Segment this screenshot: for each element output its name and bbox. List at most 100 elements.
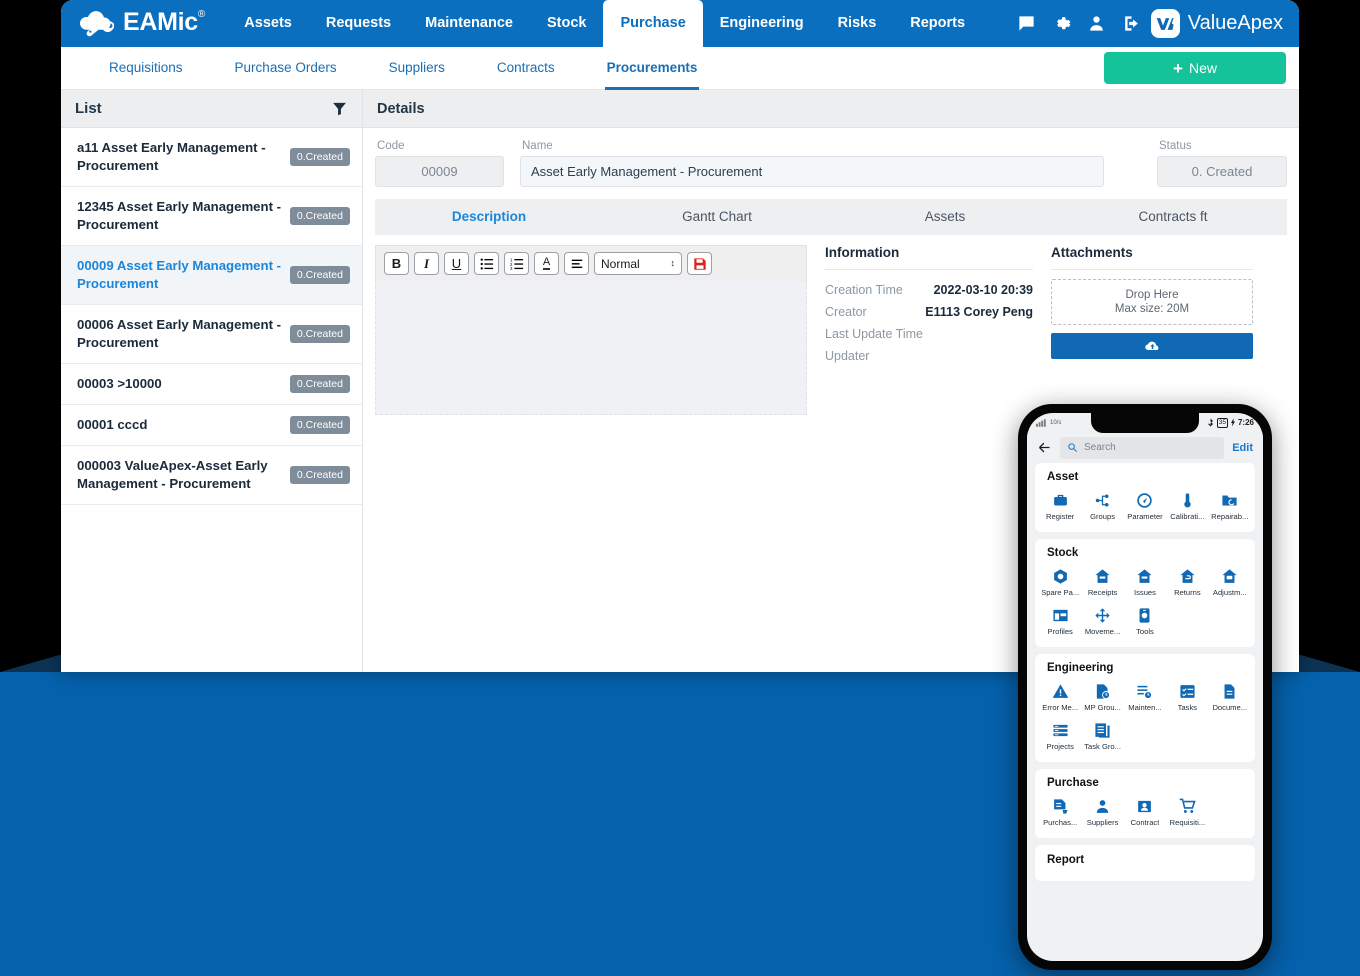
phone-menu-item[interactable]: Docume... — [1209, 680, 1251, 719]
search-icon — [1067, 442, 1078, 453]
list-item-label: 00006 Asset Early Management - Procureme… — [77, 316, 282, 352]
bullet-list-button[interactable] — [474, 252, 499, 275]
charging-icon — [1231, 418, 1235, 427]
phone-menu-item[interactable]: Repairab... — [1209, 489, 1251, 528]
phone-menu-item[interactable]: Error Me... — [1039, 680, 1081, 719]
phone-menu-item-label: Register — [1046, 512, 1074, 521]
tab-gantt-chart[interactable]: Gantt Chart — [603, 199, 831, 235]
phone-section-title: Stock — [1039, 547, 1251, 565]
subnav-item-purchase-orders[interactable]: Purchase Orders — [209, 47, 363, 90]
list-item[interactable]: a11 Asset Early Management - Procurement… — [61, 128, 362, 187]
status-badge: 0.Created — [290, 466, 350, 484]
clock-label: 7:26 — [1238, 418, 1254, 427]
status-input[interactable] — [1157, 156, 1287, 187]
phone-menu-item[interactable]: Calibrati... — [1166, 489, 1208, 528]
phone-menu-item[interactable]: Projects — [1039, 719, 1081, 758]
message-icon[interactable] — [1017, 14, 1036, 33]
app-logo[interactable]: EAMic ® — [75, 7, 205, 41]
phone-menu-item-label: Projects — [1046, 742, 1073, 751]
list-item[interactable]: 000003 ValueApex-Asset Early Management … — [61, 446, 362, 505]
nav-item-reports[interactable]: Reports — [893, 0, 982, 47]
filter-icon[interactable] — [331, 100, 348, 117]
list-item[interactable]: 00001 cccd0.Created — [61, 405, 362, 446]
subnav-item-suppliers[interactable]: Suppliers — [363, 47, 471, 90]
user-icon[interactable] — [1087, 14, 1106, 33]
phone-menu-item[interactable]: Spare Pa... — [1039, 565, 1081, 604]
list-item[interactable]: 12345 Asset Early Management - Procureme… — [61, 187, 362, 246]
phone-sections: Asset Register GroupsParameterCalibrati...… — [1027, 463, 1263, 881]
text-color-button[interactable]: A — [534, 252, 559, 275]
details-tabs: DescriptionGantt ChartAssetsContracts ft — [375, 199, 1287, 235]
nav-item-stock[interactable]: Stock — [530, 0, 604, 47]
phone-menu-item[interactable]: Mainten... — [1124, 680, 1166, 719]
underline-button[interactable]: U — [444, 252, 469, 275]
numbered-list-button[interactable]: 123 — [504, 252, 529, 275]
top-navigation-bar: EAMic ® AssetsRequestsMaintenanceStockPu… — [61, 0, 1299, 47]
phone-menu-item[interactable]: Groups — [1081, 489, 1123, 528]
phone-menu-item-label: Mainten... — [1128, 703, 1161, 712]
phone-section-stock: StockSpare Pa...ReceiptsIssuesReturnsAdj… — [1035, 539, 1255, 647]
align-button[interactable] — [564, 252, 589, 275]
phone-menu-item[interactable]: Register — [1039, 489, 1081, 528]
edit-button[interactable]: Edit — [1232, 442, 1253, 454]
file-drop-zone[interactable]: Drop Here Max size: 20M — [1051, 279, 1253, 325]
status-badge: 0.Created — [290, 375, 350, 393]
information-panel: Information Creation Time2022-03-10 20:3… — [825, 245, 1033, 415]
list-item[interactable]: 00009 Asset Early Management - Procureme… — [61, 246, 362, 305]
phone-section-title: Asset — [1039, 471, 1251, 489]
nav-item-risks[interactable]: Risks — [821, 0, 894, 47]
status-field-group: Status — [1157, 140, 1287, 187]
phone-menu-item[interactable]: Tasks — [1166, 680, 1208, 719]
phone-menu-item[interactable]: Parameter — [1124, 489, 1166, 528]
list-item[interactable]: 00006 Asset Early Management - Procureme… — [61, 305, 362, 364]
upload-button[interactable] — [1051, 333, 1253, 359]
nav-item-requests[interactable]: Requests — [309, 0, 408, 47]
status-right-icons: 35 7:26 — [1208, 418, 1254, 428]
tab-description[interactable]: Description — [375, 199, 603, 235]
new-button[interactable]: + New — [1104, 52, 1286, 84]
list-item[interactable]: 00003 >100000.Created — [61, 364, 362, 405]
signal-icon — [1036, 419, 1048, 427]
subnav-item-procurements[interactable]: Procurements — [581, 47, 724, 90]
phone-menu-item-label: Tasks — [1178, 703, 1197, 712]
nav-item-maintenance[interactable]: Maintenance — [408, 0, 530, 47]
back-arrow-icon[interactable] — [1037, 440, 1052, 455]
phone-menu-item-label: Purchas... — [1043, 818, 1077, 827]
phone-menu-item[interactable]: Receipts — [1081, 565, 1123, 604]
gear-icon[interactable] — [1052, 14, 1071, 33]
phone-menu-item[interactable]: Moveme... — [1081, 604, 1123, 643]
new-button-label: New — [1189, 60, 1217, 76]
bold-button[interactable]: B — [384, 252, 409, 275]
nav-item-assets[interactable]: Assets — [227, 0, 309, 47]
phone-notch — [1091, 413, 1199, 433]
top-nav-icon-group — [1017, 14, 1151, 33]
name-input[interactable] — [520, 156, 1104, 187]
phone-menu-item-label: Error Me... — [1042, 703, 1078, 712]
tab-contracts-ft[interactable]: Contracts ft — [1059, 199, 1287, 235]
phone-menu-item[interactable]: Profiles — [1039, 604, 1081, 643]
italic-button[interactable]: I — [414, 252, 439, 275]
save-button[interactable] — [687, 252, 712, 275]
phone-menu-item[interactable]: Purchas... — [1039, 795, 1081, 834]
phone-menu-item[interactable]: Suppliers — [1081, 795, 1123, 834]
phone-menu-item[interactable]: Adjustm... — [1209, 565, 1251, 604]
phone-menu-item[interactable]: Issues — [1124, 565, 1166, 604]
logout-icon[interactable] — [1122, 14, 1141, 33]
phone-menu-item[interactable]: MP Grou... — [1081, 680, 1123, 719]
nav-item-engineering[interactable]: Engineering — [703, 0, 821, 47]
subnav-item-contracts[interactable]: Contracts — [471, 47, 581, 90]
partner-brand: ValueApex — [1151, 9, 1299, 38]
editor-body[interactable] — [375, 281, 807, 415]
phone-menu-item[interactable]: Requisiti... — [1166, 795, 1208, 834]
house-return-icon — [1179, 568, 1196, 585]
format-select[interactable]: Normal ↕ — [594, 252, 682, 275]
phone-menu-item[interactable]: Tools — [1124, 604, 1166, 643]
phone-menu-item[interactable]: Contract — [1124, 795, 1166, 834]
nav-item-purchase[interactable]: Purchase — [603, 0, 702, 47]
code-input[interactable] — [375, 156, 504, 187]
search-input[interactable]: Search — [1060, 437, 1224, 459]
subnav-item-requisitions[interactable]: Requisitions — [83, 47, 209, 90]
tab-assets[interactable]: Assets — [831, 199, 1059, 235]
phone-menu-item[interactable]: Task Gro... — [1081, 719, 1123, 758]
phone-menu-item[interactable]: Returns — [1166, 565, 1208, 604]
